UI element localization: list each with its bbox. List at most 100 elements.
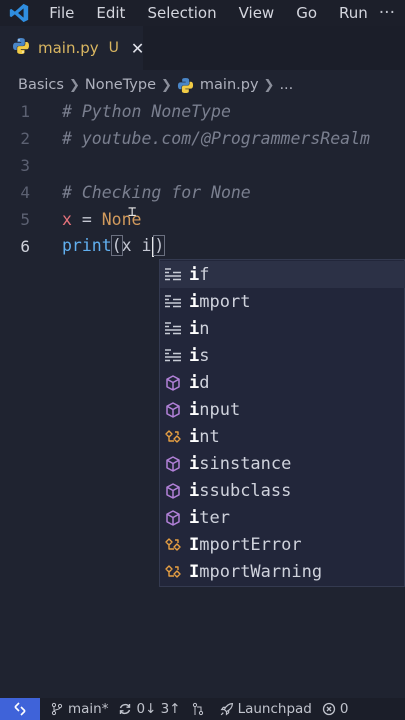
code-line: 2 # youtube.com/@ProgrammersRealm xyxy=(0,125,405,152)
suggestion-rest: mportWarning xyxy=(199,561,323,582)
suggestion-rest: f xyxy=(199,264,210,285)
menu-bar: File Edit Selection View Go Run ··· xyxy=(0,0,405,26)
remote-indicator-icon[interactable] xyxy=(0,698,40,720)
suggestion-match: i xyxy=(189,372,200,393)
status-bar: main* 0↓ 3↑ Launchpad 0 xyxy=(0,698,405,720)
menu-view[interactable]: View xyxy=(228,4,286,22)
suggestion-item[interactable]: ImportWarning xyxy=(160,558,405,585)
keyword-symbol-icon xyxy=(163,319,183,339)
source-control-indicator[interactable] xyxy=(191,702,209,716)
menu-selection[interactable]: Selection xyxy=(136,4,227,22)
autocomplete-suggestions: if import in is id input int isinstance issubcla… xyxy=(159,259,405,587)
suggestion-rest: ter xyxy=(199,507,230,528)
breadcrumb-basics[interactable]: Basics xyxy=(18,77,64,93)
git-branch-icon xyxy=(51,702,63,716)
tab-bar: main.py U ✕ xyxy=(0,26,405,70)
line-number: 6 xyxy=(20,237,30,256)
suggestion-item[interactable]: isinstance xyxy=(160,450,405,477)
menu-edit[interactable]: Edit xyxy=(85,4,136,22)
chevron-right-icon: ❯ xyxy=(161,77,172,93)
tab-main-py[interactable]: main.py U ✕ xyxy=(0,26,144,70)
suggestion-rest: s xyxy=(199,345,210,366)
suggestion-match: i xyxy=(189,426,200,447)
line-number: 5 xyxy=(20,210,30,229)
code-comment: # Checking for None xyxy=(62,183,251,202)
launchpad-label: Launchpad xyxy=(237,701,312,717)
suggestion-item[interactable]: if xyxy=(160,261,405,288)
suggestion-label: ImportError xyxy=(189,535,302,555)
open-paren-token: ( xyxy=(110,235,123,257)
suggestion-rest: sinstance xyxy=(199,453,292,474)
suggestion-rest: nput xyxy=(199,399,241,420)
suggestion-label: input xyxy=(189,400,240,420)
problems-indicator[interactable]: 0 xyxy=(322,701,348,717)
function-token: print xyxy=(62,236,112,256)
suggestion-rest: n xyxy=(199,318,210,339)
menu-go[interactable]: Go xyxy=(285,4,328,22)
python-file-icon xyxy=(177,77,194,94)
suggestion-label: ImportWarning xyxy=(189,562,322,582)
close-paren-token: ) xyxy=(153,235,166,257)
suggestion-match: i xyxy=(189,264,200,285)
suggestion-item[interactable]: int xyxy=(160,423,405,450)
suggestion-item[interactable]: id xyxy=(160,369,405,396)
close-icon[interactable]: ✕ xyxy=(131,39,144,58)
suggestion-label: import xyxy=(189,292,250,312)
keyword-symbol-icon xyxy=(163,265,183,285)
suggestion-label: is xyxy=(189,346,210,366)
ibeam-cursor-icon: ⌶ xyxy=(128,204,137,220)
line-number: 3 xyxy=(20,156,30,175)
suggestion-match: I xyxy=(189,534,200,555)
line-number: 2 xyxy=(20,129,30,148)
suggestion-match: i xyxy=(189,345,200,366)
code-line-active: 6 print(x i) xyxy=(0,233,405,260)
code-line: 3 xyxy=(0,152,405,179)
breadcrumb-nonetype[interactable]: NoneType xyxy=(85,77,156,93)
menu-file[interactable]: File xyxy=(38,4,85,22)
suggestion-rest: ssubclass xyxy=(199,480,292,501)
suggestion-item[interactable]: import xyxy=(160,288,405,315)
suggestion-label: iter xyxy=(189,508,230,528)
vscode-logo-icon[interactable] xyxy=(0,0,38,26)
suggestion-label: issubclass xyxy=(189,481,291,501)
chevron-right-icon: ❯ xyxy=(263,77,275,93)
line-number: 4 xyxy=(20,183,30,202)
more-menu-icon[interactable]: ··· xyxy=(379,3,405,23)
keyword-symbol-icon xyxy=(163,346,183,366)
suggestion-match: i xyxy=(189,480,200,501)
error-icon xyxy=(322,702,336,716)
function-symbol-icon xyxy=(163,508,183,528)
menu-run[interactable]: Run xyxy=(328,4,379,22)
class-symbol-icon xyxy=(163,535,183,555)
sync-indicator[interactable]: 0↓ 3↑ xyxy=(118,701,181,717)
breadcrumb-main-py[interactable]: main.py xyxy=(200,77,259,93)
suggestion-match: i xyxy=(189,507,200,528)
function-symbol-icon xyxy=(163,373,183,393)
suggestion-match: i xyxy=(189,291,200,312)
suggestion-item[interactable]: is xyxy=(160,342,405,369)
branch-indicator[interactable]: main* xyxy=(50,701,108,717)
argument-token: x i xyxy=(121,236,152,256)
suggestion-item[interactable]: issubclass xyxy=(160,477,405,504)
suggestion-label: in xyxy=(189,319,210,339)
operator-token: = xyxy=(71,210,102,229)
suggestion-label: if xyxy=(189,265,210,285)
branch-name: main* xyxy=(68,701,109,717)
suggestion-label: isinstance xyxy=(189,454,291,474)
function-symbol-icon xyxy=(163,481,183,501)
untracked-status-badge: U xyxy=(108,40,119,56)
keyword-symbol-icon xyxy=(163,292,183,312)
class-symbol-icon xyxy=(163,427,183,447)
source-control-icon xyxy=(192,702,203,716)
suggestion-item[interactable]: ImportError xyxy=(160,531,405,558)
function-symbol-icon xyxy=(163,454,183,474)
sync-icon xyxy=(120,703,131,715)
suggestion-match: i xyxy=(189,399,200,420)
line-number: 1 xyxy=(20,102,30,121)
suggestion-item[interactable]: iter xyxy=(160,504,405,531)
breadcrumb-more[interactable]: ... xyxy=(279,77,293,93)
launchpad-indicator[interactable]: Launchpad xyxy=(219,701,312,717)
python-file-icon xyxy=(12,37,30,59)
suggestion-item[interactable]: in xyxy=(160,315,405,342)
suggestion-item[interactable]: input xyxy=(160,396,405,423)
